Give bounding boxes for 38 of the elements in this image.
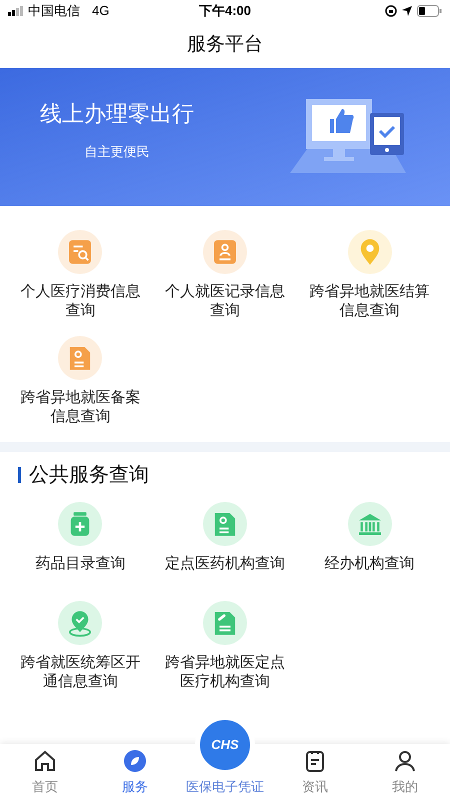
service-tile[interactable]: 跨省异地就医结算信息查询: [297, 218, 442, 324]
section-heading: 公共服务查询: [29, 463, 149, 488]
leaf-icon: [123, 748, 147, 772]
service-tile[interactable]: 跨省异地就医备案信息查询: [8, 324, 153, 430]
document-search-icon: [58, 230, 102, 274]
pin-document-icon: [58, 336, 102, 380]
network-type: 4G: [92, 2, 110, 20]
service-tile[interactable]: 定点医药机构查询: [152, 490, 298, 577]
signal-icon: [8, 6, 24, 16]
rotation-lock-icon: [385, 5, 397, 17]
nav-tab[interactable]: 我的: [360, 744, 450, 800]
service-tile[interactable]: 经办机构查询: [297, 490, 442, 577]
nav-tab[interactable]: 首页: [0, 744, 90, 800]
location-arrow-icon: [401, 5, 413, 17]
person-icon: [393, 748, 417, 772]
carrier-name: 中国电信: [28, 2, 80, 20]
service-tile[interactable]: 药品目录查询: [8, 490, 153, 577]
service-tile[interactable]: 个人就医记录信息查询: [152, 218, 298, 324]
pin-document-icon: [202, 502, 247, 546]
home-icon: [33, 748, 57, 772]
page-title: 服务平台: [187, 32, 263, 57]
service-tile[interactable]: 跨省就医统筹区开通信息查询: [8, 589, 153, 695]
banner-subtitle: 自主更便民: [84, 142, 150, 161]
clipboard-icon: [303, 748, 327, 772]
e-voucher-tab[interactable]: CHS 医保电子凭证: [180, 714, 270, 800]
nav-tab[interactable]: 服务: [90, 744, 180, 800]
service-tile[interactable]: 个人医疗消费信息查询: [8, 218, 153, 324]
location-pin-icon: [348, 230, 392, 274]
person-card-icon: [202, 230, 247, 274]
battery-icon: [417, 5, 442, 17]
medicine-bottle-icon: [58, 502, 102, 546]
nav-tab[interactable]: 资讯: [270, 744, 360, 800]
banner-headline: 线上办理零出行: [40, 100, 194, 128]
status-time: 下午4:00: [198, 2, 252, 20]
service-tile[interactable]: 跨省异地就医定点医疗机构查询: [152, 589, 298, 695]
building-columns-icon: [348, 502, 392, 546]
pill-document-icon: [202, 601, 247, 645]
pin-check-icon: [58, 601, 102, 645]
